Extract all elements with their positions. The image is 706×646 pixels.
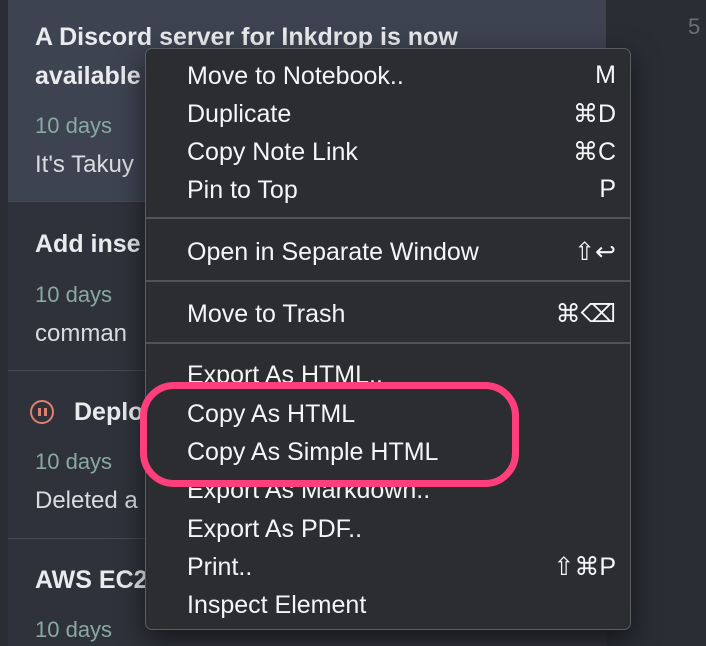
menu-shortcut: ⌘D	[572, 100, 616, 128]
menu-item-copy-as-simple-html[interactable]: Copy As Simple HTML	[146, 432, 630, 470]
pause-status-icon	[30, 400, 54, 424]
note-preview: comman	[35, 320, 128, 347]
menu-item-label: Copy As HTML	[187, 400, 356, 428]
app-window: A Discord server for Inkdrop is now avai…	[0, 0, 706, 646]
menu-shortcut: ⇧↩	[574, 238, 616, 266]
note-title: Deplo	[74, 398, 144, 426]
menu-item-open-separate-window[interactable]: Open in Separate Window ⇧↩	[146, 232, 630, 270]
menu-separator	[146, 342, 630, 344]
menu-item-export-as-html[interactable]: Export As HTML..	[146, 355, 630, 393]
note-context-menu: Move to Notebook.. M Duplicate ⌘D Copy N…	[145, 48, 631, 630]
menu-item-label: Pin to Top	[187, 176, 298, 204]
note-title-continuation: available	[35, 62, 141, 90]
menu-item-label: Copy Note Link	[187, 138, 358, 166]
note-preview: It's Takuy	[35, 151, 134, 178]
note-date: 10 days	[35, 113, 113, 138]
menu-item-copy-note-link[interactable]: Copy Note Link ⌘C	[146, 132, 630, 170]
note-preview: Deleted a	[35, 487, 138, 514]
menu-item-label: Print..	[187, 553, 253, 581]
menu-item-label: Copy As Simple HTML	[187, 438, 439, 466]
menu-item-label: Export As PDF..	[187, 515, 363, 543]
menu-shortcut: M	[595, 61, 616, 89]
menu-item-label: Export As HTML..	[187, 361, 383, 389]
menu-item-pin-to-top[interactable]: Pin to Top P	[146, 170, 630, 208]
menu-item-label: Move to Trash	[187, 300, 346, 328]
note-date: 10 days	[35, 617, 113, 642]
menu-item-export-as-markdown[interactable]: Export As Markdown..	[146, 470, 630, 508]
menu-item-label: Move to Notebook..	[187, 62, 404, 90]
note-title: AWS EC2	[35, 566, 148, 594]
menu-shortcut: ⌘⌫	[555, 300, 616, 328]
menu-item-export-as-pdf[interactable]: Export As PDF..	[146, 509, 630, 547]
menu-item-print[interactable]: Print.. ⇧⌘P	[146, 547, 630, 585]
menu-item-move-to-notebook[interactable]: Move to Notebook.. M	[146, 56, 630, 94]
menu-item-label: Open in Separate Window	[187, 238, 479, 266]
menu-shortcut: P	[599, 175, 616, 203]
menu-item-label: Duplicate	[187, 100, 292, 128]
menu-item-move-to-trash[interactable]: Move to Trash ⌘⌫	[146, 294, 630, 332]
menu-separator	[146, 217, 630, 219]
menu-item-label: Export As Markdown..	[187, 476, 431, 504]
menu-item-copy-as-html[interactable]: Copy As HTML	[146, 394, 630, 432]
menu-item-inspect-element[interactable]: Inspect Element	[146, 585, 630, 623]
note-date: 10 days	[35, 282, 113, 307]
page-number: 5	[688, 14, 701, 39]
menu-item-duplicate[interactable]: Duplicate ⌘D	[146, 94, 630, 132]
menu-separator	[146, 280, 630, 282]
menu-item-label: Inspect Element	[187, 591, 367, 619]
note-title: Add inse	[35, 230, 141, 258]
note-date: 10 days	[35, 449, 113, 474]
menu-shortcut: ⇧⌘P	[553, 553, 616, 581]
menu-shortcut: ⌘C	[572, 138, 616, 166]
